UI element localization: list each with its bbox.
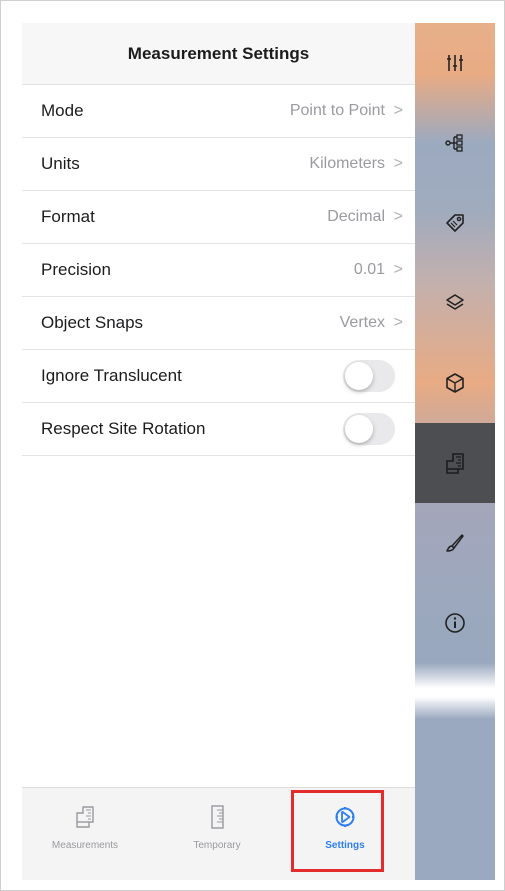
object-snaps-value: Vertex [339, 314, 385, 331]
tab-temporary[interactable]: Temporary [172, 788, 262, 881]
toggle-knob [345, 415, 373, 443]
info-icon [445, 613, 465, 633]
object-snaps-label: Object Snaps [41, 313, 144, 332]
units-label: Units [41, 154, 80, 173]
cube-button[interactable] [415, 343, 495, 423]
clipboard-ruler-icon [76, 806, 94, 828]
header-bar: Measurement Settings [22, 23, 415, 85]
ignore-translucent-row: Ignore Translucent [22, 350, 415, 403]
settings-list: Mode Point to Point > Units Kilometers >… [22, 85, 415, 456]
layers-icon [446, 294, 464, 310]
right-toolbar [415, 23, 495, 880]
precision-row[interactable]: Precision 0.01 > [22, 244, 415, 297]
tab-temporary-label: Temporary [193, 840, 241, 851]
tab-measurements[interactable]: Measurements [40, 788, 130, 881]
tag-icon [446, 214, 464, 232]
chevron-right-icon: > [393, 208, 403, 225]
measure-button[interactable] [415, 423, 495, 503]
page-title: Measurement Settings [127, 43, 310, 63]
adjust-sliders-button[interactable] [415, 23, 495, 103]
ignore-translucent-toggle[interactable] [343, 360, 395, 392]
units-value: Kilometers [309, 155, 385, 172]
respect-site-rotation-label: Respect Site Rotation [41, 419, 206, 438]
tag-button[interactable] [415, 183, 495, 263]
respect-site-rotation-toggle[interactable] [343, 413, 395, 445]
chevron-right-icon: > [393, 102, 403, 119]
brush-icon [446, 534, 464, 552]
mode-label: Mode [41, 101, 84, 120]
cube-icon [446, 373, 464, 393]
chevron-right-icon: > [393, 155, 403, 172]
object-snaps-row[interactable]: Object Snaps Vertex > [22, 297, 415, 350]
format-row[interactable]: Format Decimal > [22, 191, 415, 244]
adjust-sliders-icon [447, 55, 463, 71]
tree-hierarchy-icon [445, 134, 463, 152]
settings-tab-highlight [291, 790, 384, 872]
measure-icon [446, 453, 464, 474]
layers-button[interactable] [415, 263, 495, 343]
tree-hierarchy-button[interactable] [415, 103, 495, 183]
units-row[interactable]: Units Kilometers > [22, 138, 415, 191]
info-button[interactable] [415, 583, 495, 663]
precision-value: 0.01 [353, 261, 385, 278]
ruler-icon [211, 805, 224, 829]
mode-row[interactable]: Mode Point to Point > [22, 85, 415, 138]
format-label: Format [41, 207, 95, 226]
ignore-translucent-label: Ignore Translucent [41, 366, 182, 385]
brush-button[interactable] [415, 503, 495, 583]
mode-value: Point to Point [289, 102, 385, 119]
chevron-right-icon: > [393, 314, 403, 331]
toggle-knob [345, 362, 373, 390]
respect-site-rotation-row: Respect Site Rotation [22, 403, 415, 456]
format-value: Decimal [327, 208, 385, 225]
chevron-right-icon: > [393, 261, 403, 278]
settings-panel: Measurement Settings Mode Point to Point… [22, 23, 415, 880]
precision-label: Precision [41, 260, 111, 279]
tab-measurements-label: Measurements [51, 840, 119, 851]
toolbar-glare [415, 663, 495, 719]
